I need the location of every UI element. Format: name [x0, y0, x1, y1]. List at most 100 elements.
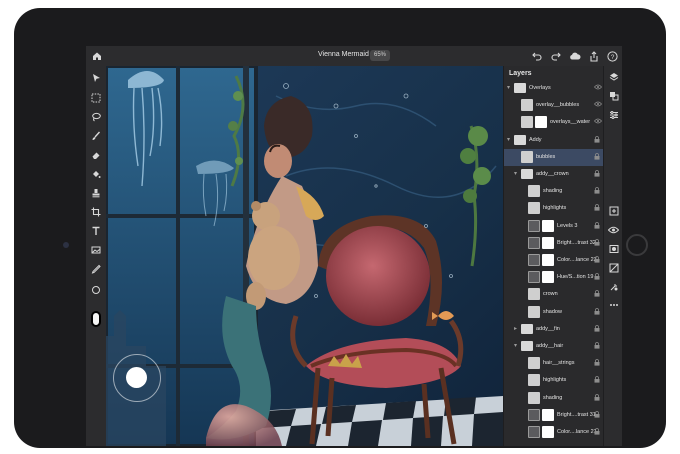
layer-row[interactable]: shadow — [504, 304, 604, 321]
layer-row[interactable]: ▾ Addy — [504, 132, 604, 149]
lock-icon[interactable] — [594, 410, 600, 420]
lock-icon[interactable] — [594, 359, 600, 368]
layer-thumbnail-view-icon[interactable] — [607, 89, 620, 102]
lock-icon[interactable] — [594, 342, 600, 351]
share-icon[interactable] — [587, 49, 601, 63]
layer-row[interactable]: Color....lance 21 — [504, 424, 604, 441]
home-hardware-button[interactable] — [626, 234, 648, 256]
expand-chevron-icon[interactable]: ▾ — [514, 170, 517, 177]
layers-panel-title: Layers — [509, 70, 532, 77]
lock-icon[interactable] — [594, 273, 600, 282]
layer-name: highlights — [543, 205, 567, 212]
adjust-settings-icon[interactable] — [607, 108, 620, 121]
layer-row[interactable]: Hue/S...tion 19 — [504, 269, 604, 286]
layer-group-thumbnail — [521, 169, 533, 179]
layer-mask-thumbnail — [542, 254, 554, 266]
layer-row[interactable]: highlights — [504, 372, 604, 389]
lock-icon[interactable] — [594, 187, 600, 196]
expand-chevron-icon[interactable]: ▾ — [507, 84, 510, 91]
layer-mask-thumbnail — [542, 408, 554, 421]
marquee-tool-icon[interactable] — [89, 91, 103, 105]
eyedropper-tool-icon[interactable] — [89, 262, 103, 276]
layers-stack-icon[interactable] — [607, 70, 620, 83]
touch-modifier-joystick[interactable] — [113, 354, 161, 402]
layer-row[interactable]: shading — [504, 390, 604, 407]
zoom-level[interactable]: 65% — [370, 50, 390, 61]
lock-icon[interactable] — [594, 324, 600, 334]
layer-name: shading — [543, 188, 563, 195]
add-layer-icon[interactable] — [607, 204, 620, 217]
layer-effects-icon[interactable] — [607, 280, 620, 293]
lock-icon[interactable] — [594, 152, 600, 162]
layer-thumbnail — [528, 426, 540, 438]
layer-row[interactable]: ▾ addy__hair — [504, 338, 604, 355]
layer-row[interactable]: overlay__bubbles — [504, 97, 604, 114]
lasso-tool-icon[interactable] — [89, 110, 103, 124]
brush-tool-icon[interactable] — [89, 129, 103, 143]
image-canvas[interactable] — [106, 66, 503, 446]
lock-icon[interactable] — [594, 376, 600, 385]
layer-row[interactable]: Color....lance 23 — [504, 252, 604, 269]
expand-chevron-icon[interactable]: ▾ — [507, 136, 510, 143]
undo-icon[interactable] — [530, 49, 544, 63]
clone-stamp-tool-icon[interactable] — [89, 186, 103, 200]
layer-row[interactable]: ▾ addy__crown — [504, 166, 604, 183]
layer-row[interactable]: bubbles — [504, 148, 604, 166]
layer-row[interactable]: Bright....trast 32 — [504, 235, 604, 252]
visibility-eye-icon[interactable] — [593, 118, 603, 126]
lock-icon[interactable] — [594, 307, 600, 317]
mask-icon[interactable] — [607, 242, 620, 255]
lock-icon[interactable] — [594, 170, 600, 179]
home-icon[interactable] — [90, 49, 104, 63]
layer-row[interactable]: overlays__water — [504, 114, 604, 131]
visibility-eye-icon[interactable] — [607, 223, 620, 236]
lock-icon[interactable] — [594, 393, 600, 403]
layer-row[interactable]: highlights — [504, 200, 604, 217]
lock-icon[interactable] — [594, 290, 600, 299]
eraser-tool-icon[interactable] — [89, 148, 103, 162]
document-title[interactable]: Vienna Mermaid — [318, 51, 369, 58]
layer-row[interactable]: ▾ Overlays — [504, 80, 604, 97]
fill-tool-icon[interactable] — [89, 167, 103, 181]
expand-chevron-icon[interactable]: ▾ — [514, 342, 517, 349]
help-icon[interactable]: ? — [605, 49, 619, 63]
layer-row[interactable]: ▸ addy__fin — [504, 321, 604, 338]
layer-row[interactable]: crown — [504, 286, 604, 303]
crop-tool-icon[interactable] — [89, 205, 103, 219]
layer-thumbnail — [528, 391, 540, 404]
layer-row[interactable]: hair__strings — [504, 355, 604, 372]
more-options-icon[interactable] — [607, 298, 620, 311]
layer-name: shading — [543, 394, 563, 401]
cloud-icon[interactable] — [568, 49, 582, 63]
type-tool-icon[interactable] — [89, 224, 103, 238]
layer-group-thumbnail — [514, 83, 526, 93]
redo-icon[interactable] — [549, 49, 563, 63]
expand-chevron-icon[interactable]: ▸ — [514, 325, 517, 332]
lock-icon[interactable] — [594, 221, 600, 231]
layer-row[interactable]: Levels 3 — [504, 218, 604, 235]
layer-thumbnail — [528, 305, 540, 318]
lock-icon[interactable] — [594, 428, 600, 437]
tablet-frame: Vienna Mermaid 65% ? Layers ▾ Overlays o… — [14, 8, 666, 448]
visibility-eye-icon[interactable] — [593, 84, 603, 92]
layer-name: Color....lance 23 — [557, 257, 597, 263]
lock-icon[interactable] — [594, 135, 600, 145]
move-tool-icon[interactable] — [89, 71, 103, 85]
color-picker-swatch[interactable] — [91, 311, 101, 327]
layer-name: Bright....trast 31 — [557, 411, 596, 418]
layer-name: crown — [543, 291, 558, 298]
layer-name: shadow — [543, 308, 562, 315]
layer-row[interactable]: shading — [504, 183, 604, 200]
layer-thumbnail — [528, 236, 540, 249]
lock-icon[interactable] — [594, 238, 600, 248]
layer-row[interactable]: Bright....trast 31 — [504, 407, 604, 424]
fill-layer-icon[interactable] — [607, 261, 620, 274]
lock-icon[interactable] — [594, 204, 600, 213]
layer-name: Bright....trast 32 — [557, 239, 596, 246]
visibility-eye-icon[interactable] — [593, 101, 603, 109]
lock-icon[interactable] — [594, 256, 600, 265]
place-image-icon[interactable] — [89, 243, 103, 257]
joystick-knob[interactable] — [126, 367, 147, 388]
layer-name: Overlays — [529, 85, 551, 91]
brush-settings-icon[interactable] — [89, 283, 103, 297]
